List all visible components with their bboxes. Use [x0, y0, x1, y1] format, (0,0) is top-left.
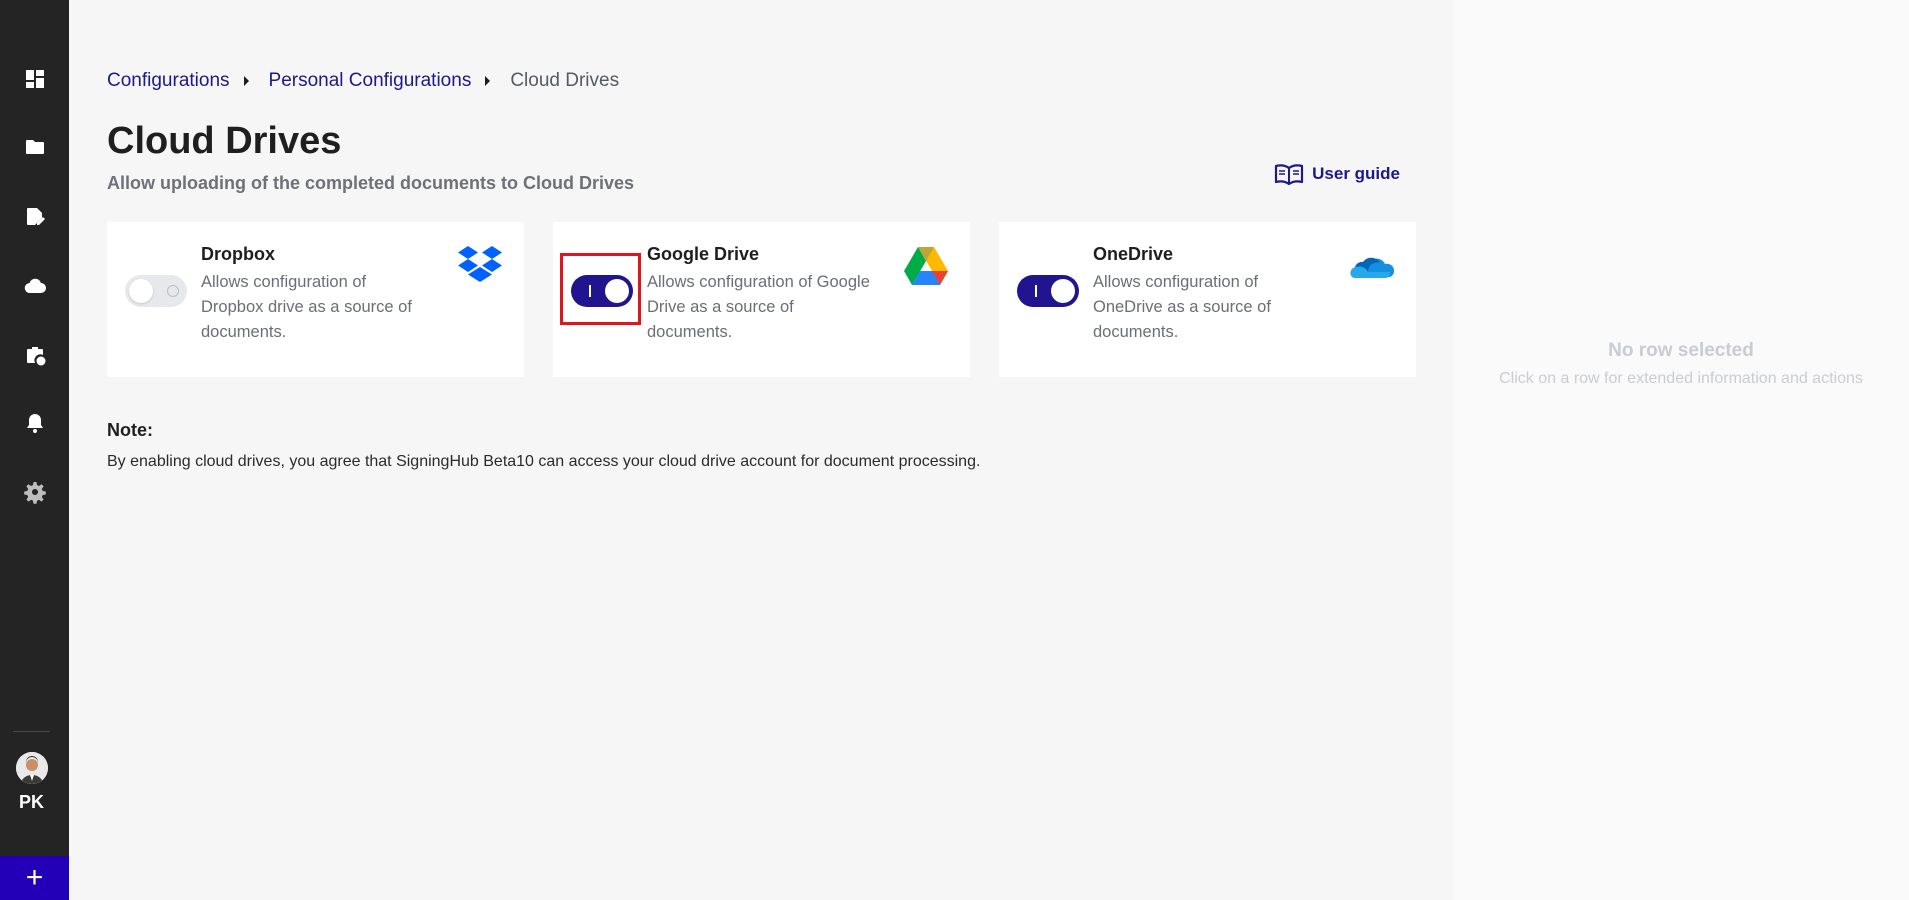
user-guide-label: User guide: [1312, 164, 1400, 183]
nav-cloud[interactable]: [0, 266, 69, 306]
nav-settings[interactable]: [0, 472, 69, 512]
main-content: Configurations Personal Configurations C…: [69, 0, 1453, 900]
nav-workflow[interactable]: [0, 335, 69, 375]
avatar-image: [16, 752, 48, 784]
details-panel: No row selected Click on a row for exten…: [1453, 0, 1909, 900]
toggle-on-mark: [589, 285, 591, 297]
onedrive-logo-icon: [1350, 257, 1395, 278]
drive-card-dropbox: Dropbox Allows configuration of Dropbox …: [107, 222, 524, 377]
breadcrumb-personal-configurations[interactable]: Personal Configurations: [269, 70, 472, 92]
page-title: Cloud Drives: [107, 120, 342, 162]
drive-description: Allows configuration of Dropbox drive as…: [201, 273, 412, 341]
drive-card-onedrive: OneDrive Allows configuration of OneDriv…: [999, 222, 1416, 377]
toggle-off-mark: [167, 285, 179, 297]
google-drive-logo-icon: [904, 247, 948, 285]
drive-name: OneDrive: [1093, 244, 1174, 264]
toggle-knob: [1051, 279, 1075, 303]
breadcrumb-configurations[interactable]: Configurations: [107, 70, 230, 92]
nav-notifications[interactable]: [0, 403, 69, 443]
page-subtitle: Allow uploading of the completed documen…: [107, 173, 635, 193]
drive-description: Allows configuration of Google Drive as …: [647, 273, 870, 341]
toggle-on-mark: [1035, 285, 1037, 297]
drive-name: Google Drive: [647, 244, 760, 264]
document-edit-icon: [26, 208, 45, 225]
bell-icon: [26, 414, 43, 433]
briefcase-clock-icon: [26, 347, 45, 366]
toggle-knob: [129, 279, 153, 303]
cloud-icon: [24, 278, 46, 294]
sidebar-divider: [13, 731, 50, 732]
caret-right-icon: [243, 76, 249, 86]
dropbox-toggle[interactable]: [125, 275, 187, 307]
user-guide-link[interactable]: User guide: [1274, 163, 1400, 185]
nav-documents[interactable]: [0, 127, 69, 167]
drive-description: Allows configuration of OneDrive as a so…: [1093, 273, 1271, 341]
google-drive-toggle[interactable]: [571, 275, 633, 307]
caret-right-icon: [485, 76, 491, 86]
breadcrumb-current: Cloud Drives: [510, 70, 620, 91]
book-icon: [1275, 164, 1304, 185]
nav-templates[interactable]: [0, 197, 69, 237]
sidebar: PK +: [0, 0, 69, 900]
gear-icon: [23, 482, 46, 504]
onedrive-toggle[interactable]: [1017, 275, 1079, 307]
drive-name: Dropbox: [201, 244, 275, 264]
dropbox-logo-icon: [458, 246, 502, 282]
nav-dashboard[interactable]: [0, 59, 69, 99]
add-button[interactable]: +: [0, 856, 69, 900]
empty-state-title: No row selected: [1608, 340, 1754, 361]
note-title: Note:: [107, 420, 153, 440]
note-text: By enabling cloud drives, you agree that…: [107, 453, 981, 470]
dashboard-icon: [25, 70, 44, 88]
drive-card-google-drive: Google Drive Allows configuration of Goo…: [553, 222, 970, 377]
toggle-knob: [605, 279, 629, 303]
empty-state-text: Click on a row for extended information …: [1499, 370, 1863, 387]
breadcrumb: Configurations Personal Configurations C…: [107, 70, 619, 92]
user-initials: PK: [18, 792, 44, 812]
avatar[interactable]: [16, 752, 48, 784]
folder-icon: [25, 140, 44, 154]
